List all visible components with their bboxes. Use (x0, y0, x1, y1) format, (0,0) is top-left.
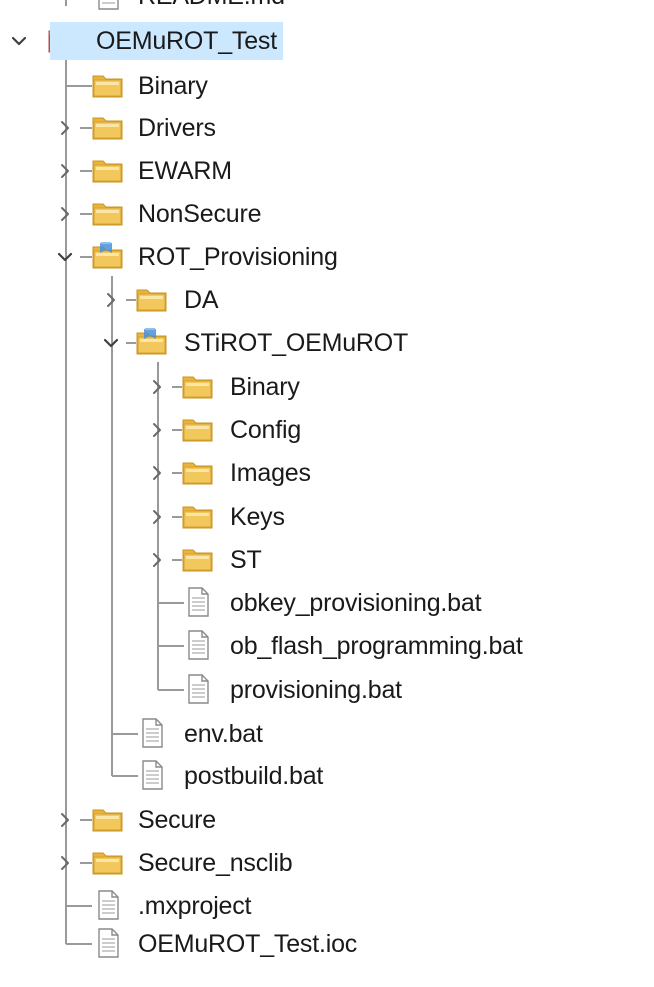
open-folder-icon (136, 327, 168, 357)
chevron-right-icon[interactable] (102, 281, 120, 319)
folder-icon (92, 112, 124, 142)
folder-icon (92, 155, 124, 185)
chevron-right-icon[interactable] (148, 541, 166, 579)
tree-item-label: Images (230, 459, 311, 487)
folder-icon (182, 371, 214, 401)
tree-item-label: README.md (138, 0, 285, 15)
tree-item-folder[interactable]: Keys (0, 498, 654, 536)
chevron-right-icon[interactable] (56, 801, 74, 839)
tree-item-label: Binary (230, 373, 300, 401)
tree-item-label: Config (230, 416, 302, 444)
chevron-right-icon[interactable] (56, 152, 74, 190)
tree-item-label: Secure_nsclib (138, 849, 293, 877)
folder-icon (92, 70, 124, 100)
tree-item-label: OEMuROT_Test (50, 22, 283, 60)
chevron-down-icon[interactable] (10, 22, 28, 60)
tree-item-file[interactable]: README.md (0, 0, 654, 15)
file-icon (136, 760, 168, 790)
file-icon (92, 890, 124, 920)
tree-item-folder[interactable]: OEMuROT_Test (0, 22, 654, 60)
chevron-right-icon[interactable] (56, 844, 74, 882)
folder-icon (136, 284, 168, 314)
tree-item-label: obkey_provisioning.bat (230, 589, 482, 617)
tree-item-folder[interactable]: DA (0, 281, 654, 319)
tree-item-label: ROT_Provisioning (138, 243, 338, 271)
tree-item-file[interactable]: .mxproject (0, 887, 654, 925)
tree-item-folder[interactable]: Config (0, 411, 654, 449)
tree-item-folder[interactable]: Images (0, 454, 654, 492)
tree-item-folder[interactable]: ST (0, 541, 654, 579)
tree-item-label: NonSecure (138, 200, 262, 228)
tree-item-file[interactable]: ob_flash_programming.bat (0, 627, 654, 665)
folder-icon (92, 847, 124, 877)
chevron-right-icon[interactable] (148, 368, 166, 406)
chevron-right-icon[interactable] (148, 411, 166, 449)
tree-item-label: STiROT_OEMuROT (184, 329, 409, 357)
file-icon (182, 630, 214, 660)
file-icon (182, 674, 214, 704)
tree-item-label: Keys (230, 503, 285, 531)
tree-item-label: Secure (138, 806, 217, 834)
tree-item-label: OEMuROT_Test.ioc (138, 930, 358, 958)
tree-item-file[interactable]: obkey_provisioning.bat (0, 584, 654, 622)
tree-item-folder[interactable]: Binary (0, 67, 654, 105)
folder-icon (182, 457, 214, 487)
chevron-right-icon[interactable] (56, 195, 74, 233)
file-icon (136, 718, 168, 748)
file-icon (182, 587, 214, 617)
open-folder-icon (92, 241, 124, 271)
folder-icon (182, 414, 214, 444)
tree-item-folder[interactable]: EWARM (0, 152, 654, 190)
tree-item-label: postbuild.bat (184, 762, 324, 790)
folder-icon (92, 804, 124, 834)
folder-icon (182, 544, 214, 574)
tree-item-label: ST (230, 546, 262, 574)
tree-item-label: .mxproject (138, 892, 252, 920)
tree-item-label: Binary (138, 72, 208, 100)
file-icon (92, 928, 124, 958)
tree-item-folder[interactable]: ROT_Provisioning (0, 238, 654, 276)
tree-item-file[interactable]: env.bat (0, 715, 654, 753)
tree-item-file[interactable]: postbuild.bat (0, 757, 654, 795)
folder-icon (182, 501, 214, 531)
tree-item-label: EWARM (138, 157, 232, 185)
tree-item-file[interactable]: OEMuROT_Test.ioc (0, 925, 654, 963)
tree-item-label: ob_flash_programming.bat (230, 632, 523, 660)
tree-item-label: Drivers (138, 114, 216, 142)
tree-item-folder[interactable]: NonSecure (0, 195, 654, 233)
chevron-right-icon[interactable] (148, 498, 166, 536)
folder-icon (92, 198, 124, 228)
tree-item-folder[interactable]: STiROT_OEMuROT (0, 324, 654, 362)
tree-item-folder[interactable]: Drivers (0, 109, 654, 147)
project-explorer-tree: README.md OEMuROT_Test Binary Drivers EWARM N… (0, 0, 654, 987)
tree-item-label: DA (184, 286, 219, 314)
chevron-down-icon[interactable] (102, 324, 120, 362)
tree-item-folder[interactable]: Secure_nsclib (0, 844, 654, 882)
tree-item-folder[interactable]: Binary (0, 368, 654, 406)
chevron-right-icon[interactable] (56, 109, 74, 147)
tree-item-label: env.bat (184, 720, 263, 748)
tree-item-label: provisioning.bat (230, 676, 402, 704)
tree-item-folder[interactable]: Secure (0, 801, 654, 839)
chevron-right-icon[interactable] (148, 454, 166, 492)
tree-item-file[interactable]: provisioning.bat (0, 671, 654, 709)
chevron-down-icon[interactable] (56, 238, 74, 276)
file-icon (92, 0, 124, 10)
